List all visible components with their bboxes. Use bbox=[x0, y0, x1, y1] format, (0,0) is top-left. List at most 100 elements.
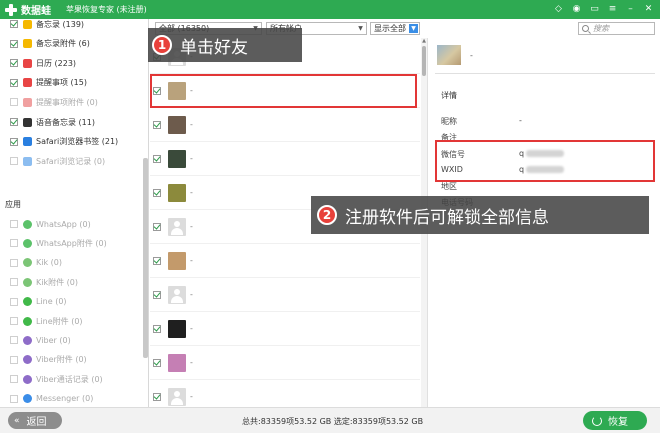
contact-name: - bbox=[190, 154, 193, 163]
checkbox[interactable] bbox=[10, 375, 18, 384]
app-window: 数据蛙 苹果恢复专家 (未注册) ◇ ◉ ▭ ≡ – ✕ 备忘录 (139) 备忘… bbox=[0, 0, 660, 433]
sidebar-scrollbar[interactable] bbox=[143, 158, 148, 358]
back-button[interactable]: « 返回 bbox=[8, 412, 62, 429]
sidebar-app-label: Line (0) bbox=[36, 297, 67, 307]
sidebar-app-item[interactable]: WhatsApp (0) bbox=[10, 217, 91, 231]
checkbox[interactable] bbox=[10, 98, 18, 107]
checkbox[interactable] bbox=[10, 336, 18, 345]
back-button-label: 返回 bbox=[26, 417, 47, 428]
contact-name: - bbox=[190, 188, 193, 197]
list-scroll-thumb[interactable] bbox=[422, 46, 426, 76]
sidebar-item[interactable]: 备忘录 (139) bbox=[10, 19, 84, 31]
title-bar: 数据蛙 苹果恢复专家 (未注册) ◇ ◉ ▭ ≡ – ✕ bbox=[0, 0, 660, 19]
category-icon bbox=[23, 137, 32, 147]
sidebar-app-item[interactable]: Kik附件 (0) bbox=[10, 275, 78, 289]
sidebar-item[interactable]: Safari浏览器书签 (21) bbox=[10, 135, 118, 149]
table-row[interactable]: - bbox=[150, 108, 420, 142]
callout-step-1: 1 单击好友 bbox=[148, 28, 302, 62]
checkbox[interactable] bbox=[10, 278, 18, 287]
table-row[interactable]: - bbox=[150, 380, 420, 407]
search-icon bbox=[582, 25, 589, 32]
menu-icon[interactable]: ≡ bbox=[607, 4, 618, 15]
sidebar-app-item[interactable]: Line附件 (0) bbox=[10, 314, 83, 328]
sidebar-item-label: Safari浏览记录 (0) bbox=[36, 156, 106, 166]
callout-text: 单击好友 bbox=[180, 37, 248, 58]
checkbox[interactable] bbox=[10, 39, 18, 48]
row-checkbox[interactable] bbox=[153, 359, 161, 367]
chat-icon[interactable]: ▭ bbox=[589, 4, 600, 15]
table-row[interactable]: - bbox=[150, 278, 420, 312]
checkbox[interactable] bbox=[10, 118, 18, 126]
checkbox[interactable] bbox=[10, 220, 18, 228]
sidebar-app-label: WhatsApp (0) bbox=[36, 219, 91, 229]
scroll-up-icon[interactable]: ▲ bbox=[421, 38, 427, 44]
checkbox[interactable] bbox=[10, 297, 18, 306]
sidebar-item[interactable]: 提醒事项 (15) bbox=[10, 76, 87, 90]
sidebar-app-item[interactable]: Viber通话记录 (0) bbox=[10, 372, 103, 386]
category-icon bbox=[23, 156, 32, 166]
checkbox[interactable] bbox=[10, 239, 18, 248]
sidebar-item-label: Safari浏览器书签 (21) bbox=[36, 137, 119, 147]
user-icon[interactable]: ◉ bbox=[571, 4, 582, 15]
checkbox[interactable] bbox=[10, 394, 18, 403]
row-checkbox[interactable] bbox=[153, 325, 161, 333]
checkbox[interactable] bbox=[10, 317, 18, 325]
table-row[interactable]: - bbox=[150, 312, 420, 346]
avatar bbox=[168, 116, 186, 134]
recover-button[interactable]: 恢复 bbox=[583, 411, 647, 430]
status-text: 总共:83359项53.52 GB 选定:83359项53.52 GB bbox=[242, 417, 424, 426]
sidebar-item-label: 备忘录附件 (6) bbox=[36, 39, 90, 49]
checkbox[interactable] bbox=[10, 20, 18, 28]
app-icon bbox=[23, 297, 32, 307]
checkbox[interactable] bbox=[10, 258, 18, 267]
app-icon bbox=[23, 258, 32, 268]
row-checkbox[interactable] bbox=[153, 393, 161, 401]
app-icon bbox=[23, 277, 32, 287]
sidebar-app-item[interactable]: Kik (0) bbox=[10, 256, 62, 270]
sidebar-app-label: Kik附件 (0) bbox=[36, 277, 78, 287]
sidebar-item-label: 日历 (223) bbox=[36, 58, 77, 68]
search-input[interactable]: 搜索 bbox=[578, 22, 655, 35]
sidebar-item[interactable]: 提醒事项附件 (0) bbox=[10, 95, 98, 109]
category-icon bbox=[23, 19, 32, 29]
row-checkbox[interactable] bbox=[153, 155, 161, 163]
sidebar-app-item[interactable]: Viber (0) bbox=[10, 333, 71, 347]
recover-icon bbox=[592, 415, 602, 426]
app-icon bbox=[23, 238, 32, 248]
row-checkbox[interactable] bbox=[153, 189, 161, 197]
checkbox[interactable] bbox=[10, 157, 18, 166]
checkbox[interactable] bbox=[10, 355, 18, 364]
avatar bbox=[168, 252, 186, 270]
row-checkbox[interactable] bbox=[153, 257, 161, 265]
close-icon[interactable]: ✕ bbox=[643, 4, 654, 15]
sidebar-app-item[interactable]: Messenger (0) bbox=[10, 392, 93, 406]
step-badge: 1 bbox=[152, 35, 172, 55]
detail-divider bbox=[435, 73, 655, 74]
checkbox[interactable] bbox=[10, 59, 18, 68]
sidebar-item[interactable]: 备忘录附件 (6) bbox=[10, 37, 90, 51]
table-row[interactable]: - bbox=[150, 142, 420, 176]
sidebar-app-item[interactable]: Line (0) bbox=[10, 295, 67, 309]
row-checkbox[interactable] bbox=[153, 291, 161, 299]
sidebar: 备忘录 (139) 备忘录附件 (6) 日历 (223) 提醒事项 (15) 提醒事项附… bbox=[0, 19, 149, 407]
checkbox[interactable] bbox=[10, 137, 18, 146]
sidebar-item[interactable]: Safari浏览记录 (0) bbox=[10, 154, 105, 168]
row-checkbox[interactable] bbox=[153, 121, 161, 129]
minimize-icon[interactable]: – bbox=[625, 4, 636, 15]
avatar bbox=[168, 286, 186, 304]
diamond-icon[interactable]: ◇ bbox=[553, 4, 564, 15]
checkbox[interactable] bbox=[10, 78, 18, 87]
detail-field-value: - bbox=[519, 116, 522, 125]
row-checkbox[interactable] bbox=[153, 223, 161, 231]
table-row[interactable]: - bbox=[150, 244, 420, 278]
sidebar-app-label: Messenger (0) bbox=[36, 394, 94, 404]
sidebar-app-item[interactable]: WhatsApp附件 (0) bbox=[10, 236, 107, 250]
contact-name: - bbox=[190, 392, 193, 401]
avatar bbox=[168, 184, 186, 202]
sidebar-item[interactable]: 语音备忘录 (11) bbox=[10, 115, 95, 129]
table-row[interactable]: - bbox=[150, 346, 420, 380]
sidebar-app-item[interactable]: Viber附件 (0) bbox=[10, 353, 87, 367]
sidebar-item[interactable]: 日历 (223) bbox=[10, 56, 76, 70]
display-select[interactable]: 显示全部 ▼ bbox=[370, 22, 420, 35]
contact-name: - bbox=[190, 120, 193, 129]
